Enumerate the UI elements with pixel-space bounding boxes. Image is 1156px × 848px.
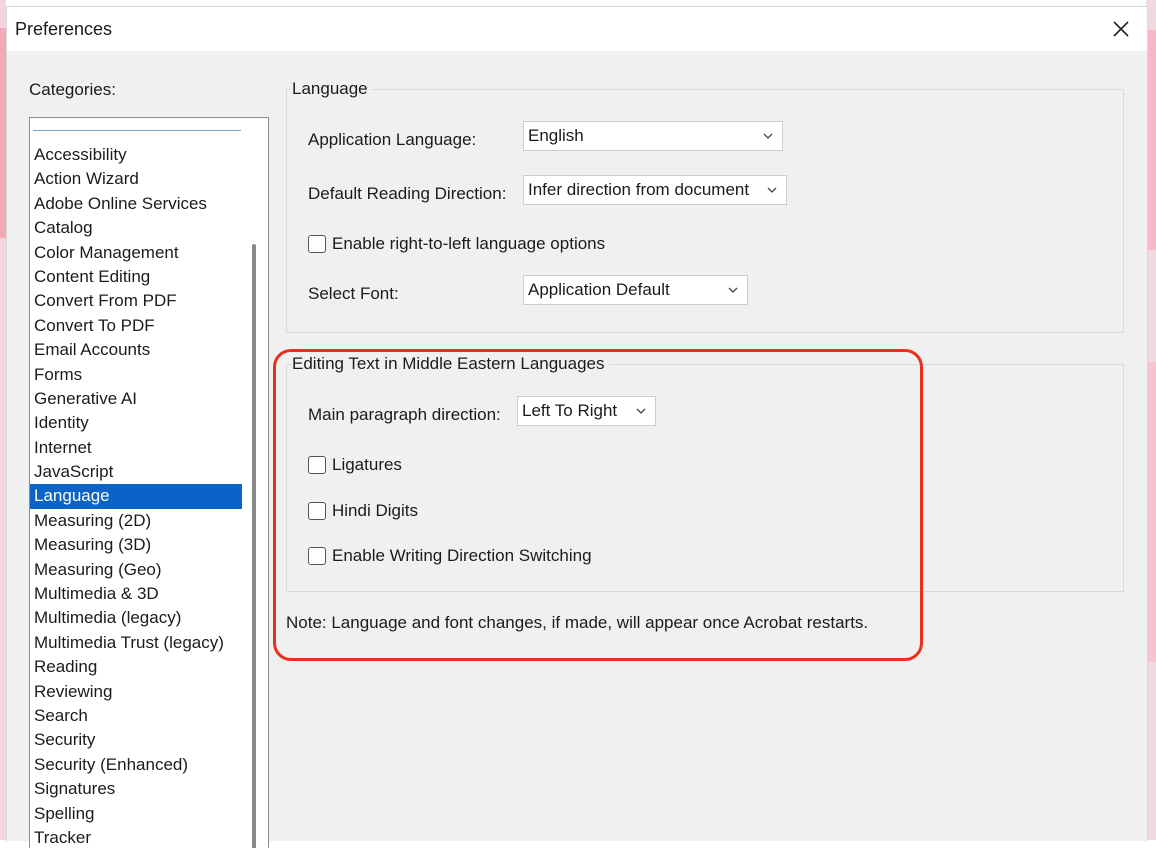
categories-label: Categories: bbox=[29, 80, 116, 99]
close-icon bbox=[1113, 21, 1129, 37]
category-item[interactable]: Reviewing bbox=[30, 680, 242, 704]
category-item[interactable]: Security (Enhanced) bbox=[30, 753, 242, 777]
category-item[interactable]: Forms bbox=[30, 363, 242, 387]
category-item[interactable]: Internet bbox=[30, 436, 242, 460]
category-item[interactable]: Convert To PDF bbox=[30, 314, 242, 338]
category-item[interactable]: Measuring (2D) bbox=[30, 509, 242, 533]
category-item[interactable]: Color Management bbox=[30, 241, 242, 265]
category-item[interactable]: Tracker bbox=[30, 826, 242, 848]
category-item[interactable]: Convert From PDF bbox=[30, 289, 242, 313]
category-item[interactable]: Signatures bbox=[30, 777, 242, 801]
category-item[interactable]: Content Editing bbox=[30, 265, 242, 289]
checkbox-box[interactable] bbox=[308, 235, 326, 253]
select-font-select[interactable]: Application Default bbox=[523, 275, 748, 305]
reading-direction-value: Infer direction from document bbox=[528, 180, 750, 199]
select-font-value: Application Default bbox=[528, 280, 670, 299]
chevron-down-icon bbox=[728, 287, 738, 293]
category-item[interactable]: Security bbox=[30, 728, 242, 752]
select-font-label: Select Font: bbox=[308, 284, 399, 303]
preferences-dialog: Preferences Categories: Accessibility Act… bbox=[6, 6, 1148, 848]
reading-direction-label: Default Reading Direction: bbox=[308, 184, 507, 203]
category-item[interactable]: Measuring (3D) bbox=[30, 533, 242, 557]
rtl-language-checkbox[interactable]: Enable right-to-left language options bbox=[308, 234, 605, 254]
annotation-highlight-box bbox=[273, 349, 923, 661]
category-item[interactable]: Multimedia Trust (legacy) bbox=[30, 631, 242, 655]
category-items: Accessibility Action Wizard Adobe Online S… bbox=[30, 143, 242, 848]
list-divider bbox=[33, 130, 241, 131]
close-button[interactable] bbox=[1105, 15, 1137, 43]
category-item[interactable]: JavaScript bbox=[30, 460, 242, 484]
app-language-label: Application Language: bbox=[308, 130, 477, 149]
category-item[interactable]: Search bbox=[30, 704, 242, 728]
category-item[interactable]: Identity bbox=[30, 411, 242, 435]
chevron-down-icon bbox=[767, 187, 777, 193]
category-item[interactable]: Generative AI bbox=[30, 387, 242, 411]
language-group-title: Language bbox=[292, 79, 372, 99]
category-item[interactable]: Multimedia & 3D bbox=[30, 582, 242, 606]
app-language-select[interactable]: English bbox=[523, 121, 783, 151]
title-bar: Preferences bbox=[7, 7, 1147, 51]
category-item[interactable]: Email Accounts bbox=[30, 338, 242, 362]
category-item[interactable]: Measuring (Geo) bbox=[30, 558, 242, 582]
category-item[interactable]: Spelling bbox=[30, 802, 242, 826]
chevron-down-icon bbox=[763, 133, 773, 139]
category-item[interactable]: Action Wizard bbox=[30, 167, 242, 191]
category-item[interactable]: Language bbox=[30, 484, 242, 509]
category-item[interactable]: Multimedia (legacy) bbox=[30, 606, 242, 630]
rtl-language-label: Enable right-to-left language options bbox=[332, 234, 606, 253]
dialog-title: Preferences bbox=[15, 19, 113, 39]
categories-list[interactable]: Accessibility Action Wizard Adobe Online S… bbox=[29, 117, 269, 848]
categories-scrollbar[interactable] bbox=[252, 244, 256, 848]
reading-direction-select[interactable]: Infer direction from document bbox=[523, 175, 787, 205]
app-language-value: English bbox=[528, 126, 584, 145]
category-item[interactable]: Reading bbox=[30, 655, 242, 679]
category-item[interactable]: Adobe Online Services bbox=[30, 192, 242, 216]
category-item[interactable]: Catalog bbox=[30, 216, 242, 240]
category-item[interactable]: Accessibility bbox=[30, 143, 242, 167]
